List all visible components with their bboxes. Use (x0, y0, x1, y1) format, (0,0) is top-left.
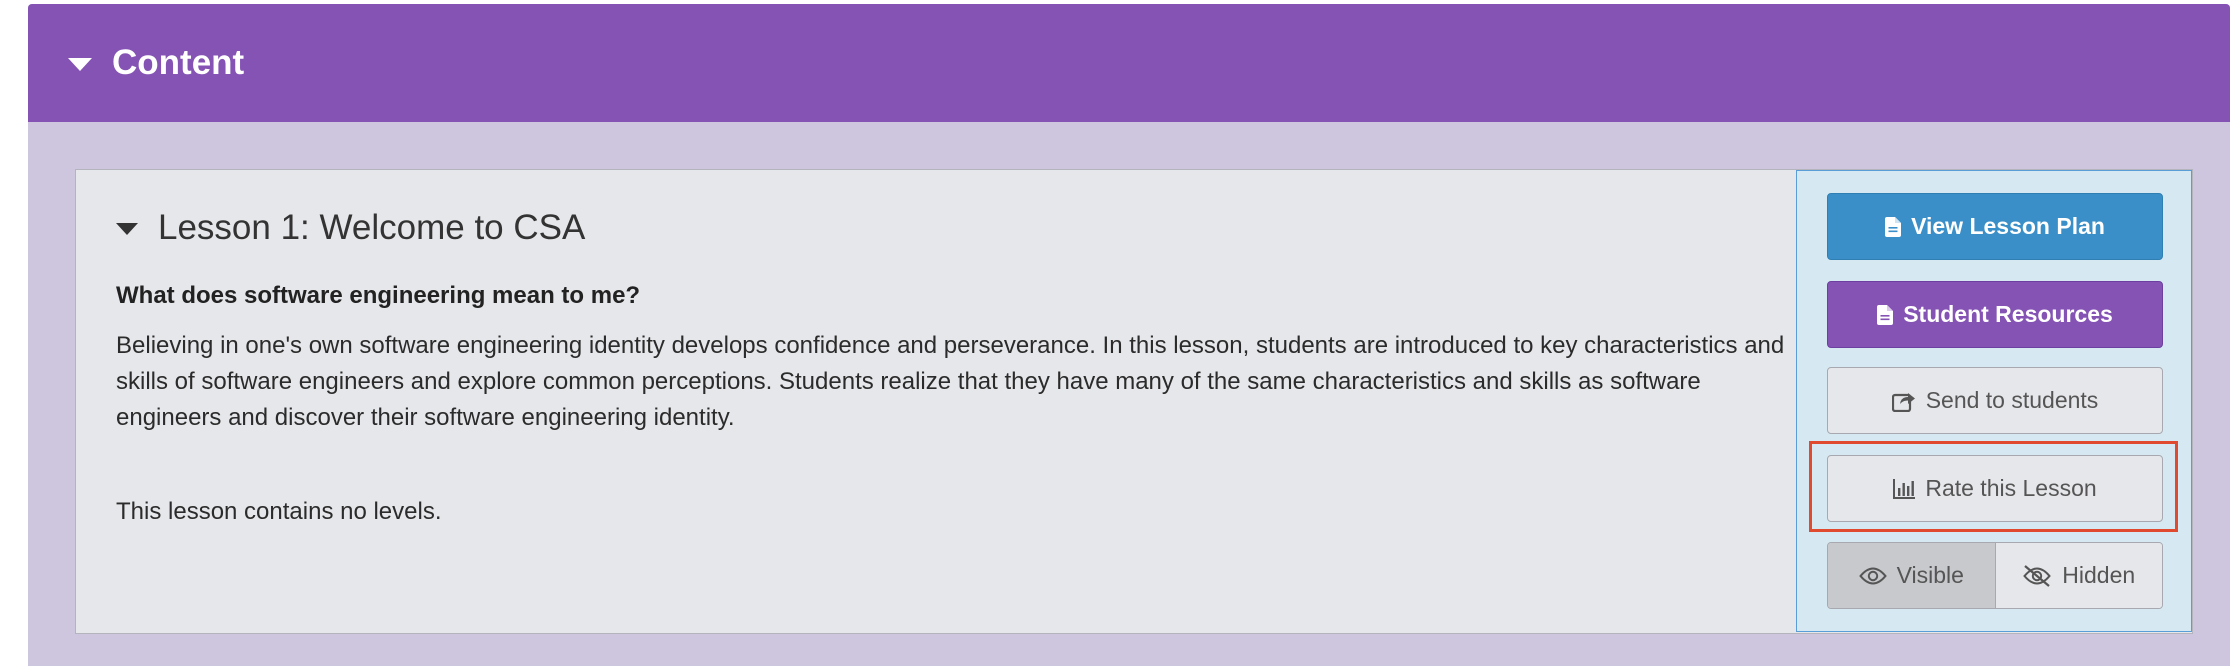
lesson-details: Lesson 1: Welcome to CSA What does softw… (76, 170, 1796, 633)
rate-lesson-button[interactable]: Rate this Lesson (1827, 455, 2163, 522)
caret-down-icon[interactable] (68, 57, 92, 71)
document-icon (1885, 216, 1902, 237)
send-to-students-label: Send to students (1925, 387, 2099, 413)
view-lesson-plan-label: View Lesson Plan (1911, 213, 2105, 239)
rate-lesson-label: Rate this Lesson (1925, 475, 2097, 501)
content-section: Content Lesson 1: Welcome to CSA What do… (28, 4, 2230, 666)
student-resources-button[interactable]: Student Resources (1827, 281, 2163, 348)
levels-note: This lesson contains no levels. (116, 498, 442, 525)
visible-toggle-button[interactable]: Visible (1828, 543, 1996, 608)
lesson-title: Lesson 1: Welcome to CSA (158, 208, 586, 247)
hidden-label: Hidden (2062, 562, 2136, 588)
section-title: Content (112, 43, 245, 82)
send-to-students-button[interactable]: Send to students (1827, 367, 2163, 434)
visibility-toggle: Visible Hidden (1827, 542, 2163, 609)
hidden-toggle-button[interactable]: Hidden (1995, 543, 2162, 608)
bar-chart-icon (1893, 478, 1916, 499)
lesson-title-row[interactable]: Lesson 1: Welcome to CSA (116, 206, 1796, 250)
lesson-actions-panel: View Lesson Plan Student Resources Send … (1796, 170, 2192, 632)
document-icon (1877, 304, 1894, 325)
caret-down-icon[interactable] (116, 223, 138, 235)
share-icon (1891, 390, 1916, 412)
lesson-card: Lesson 1: Welcome to CSA What does softw… (75, 169, 2193, 634)
visible-label: Visible (1896, 562, 1964, 588)
eye-icon (1858, 567, 1887, 585)
student-resources-label: Student Resources (1903, 301, 2113, 327)
content-header[interactable]: Content (28, 4, 2230, 122)
lesson-question: What does software engineering mean to m… (116, 282, 641, 309)
eye-slash-icon (2022, 564, 2052, 587)
lesson-description: Believing in one's own software engineer… (116, 332, 1785, 431)
view-lesson-plan-button[interactable]: View Lesson Plan (1827, 193, 2163, 260)
